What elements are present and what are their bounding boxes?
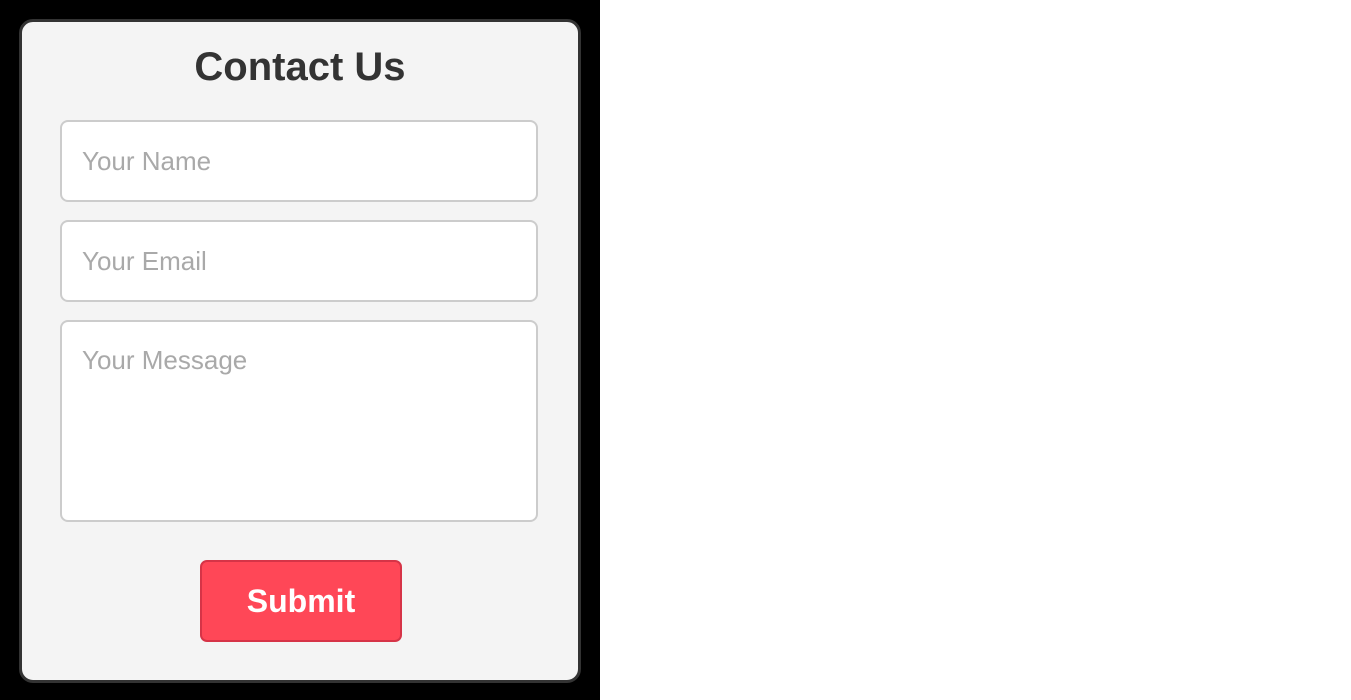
right-blank-area (600, 0, 1351, 700)
email-input[interactable] (60, 220, 538, 302)
contact-form-card: Contact Us Submit (19, 19, 581, 683)
left-panel: Contact Us Submit (0, 0, 600, 700)
message-textarea[interactable] (60, 320, 538, 522)
name-input[interactable] (60, 120, 538, 202)
form-title: Contact Us (194, 45, 406, 89)
submit-button[interactable]: Submit (200, 560, 402, 642)
